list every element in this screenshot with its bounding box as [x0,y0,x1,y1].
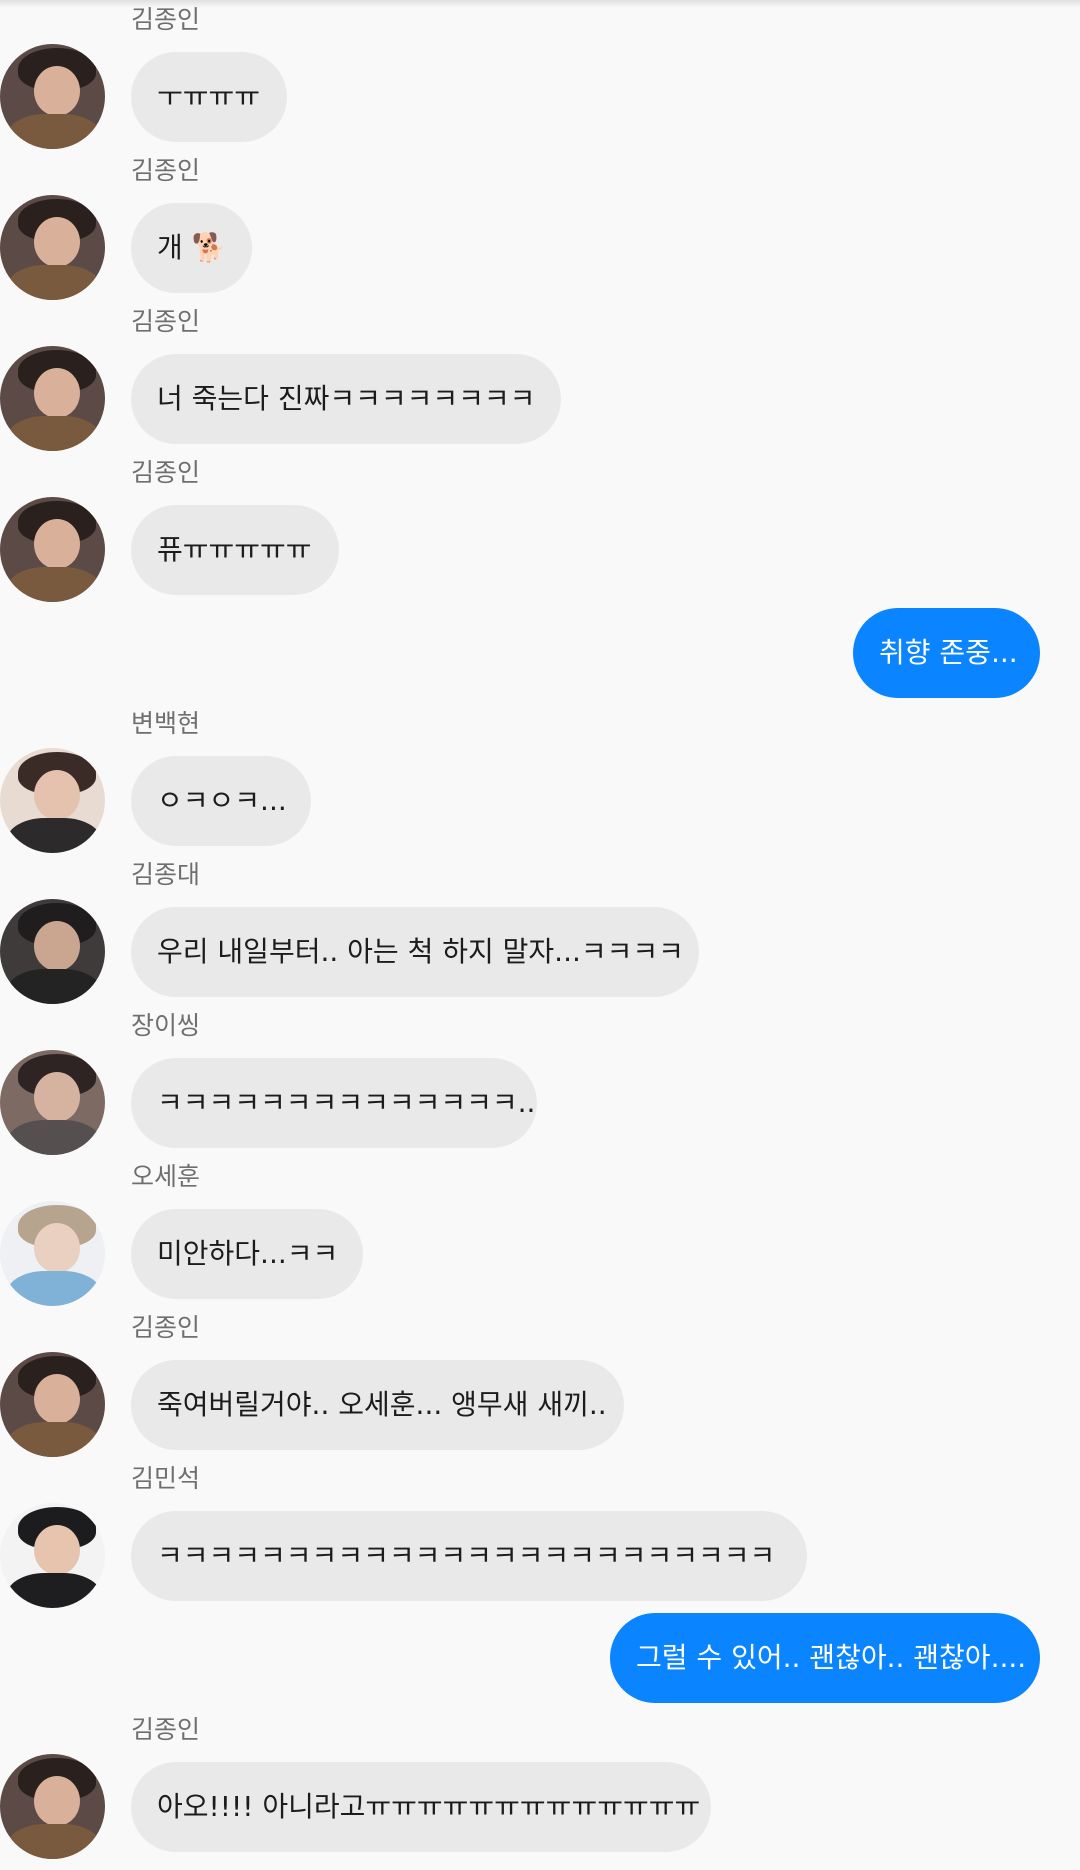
outgoing-message: 그럴 수 있어.. 괜찮아.. 괜찮아.... [610,1613,1040,1703]
avatar[interactable] [0,899,105,1004]
sender-name: 김종인 [131,5,201,34]
message-bubble[interactable]: 너 죽는다 진짜ㅋㅋㅋㅋㅋㅋㅋㅋ [131,354,561,444]
message-bubble[interactable]: 우리 내일부터.. 아는 척 하지 말자...ㅋㅋㅋㅋ [131,907,699,997]
avatar[interactable] [0,1050,105,1155]
message-bubble-sent[interactable]: 취향 존중... [853,608,1040,698]
outgoing-message: 취향 존중... [853,608,1040,698]
sender-name: 김종인 [131,1715,201,1744]
avatar[interactable] [0,195,105,300]
sender-name: 김종인 [131,1313,201,1342]
sender-name: 김종인 [131,307,201,336]
chat-message-list[interactable]: 김종인 ㅜㅠㅠㅠ 김종인 개 🐕 김종인 너 죽는다 진짜ㅋㅋㅋㅋㅋㅋㅋㅋ 김종… [0,0,1080,1870]
message-bubble[interactable]: 퓨ㅠㅠㅠㅠㅠ [131,505,339,595]
message-bubble[interactable]: ㅋㅋㅋㅋㅋㅋㅋㅋㅋㅋㅋㅋㅋㅋㅋㅋㅋㅋㅋㅋㅋㅋㅋㅋ [131,1511,807,1601]
message-bubble-sent[interactable]: 그럴 수 있어.. 괜찮아.. 괜찮아.... [610,1613,1040,1703]
sender-name: 김종대 [131,860,201,889]
message-bubble[interactable]: 미안하다...ㅋㅋ [131,1209,363,1299]
message-bubble[interactable]: 개 🐕 [131,203,252,293]
avatar[interactable] [0,497,105,602]
message-bubble[interactable]: 아오!!!! 아니라고ㅠㅠㅠㅠㅠㅠㅠㅠㅠㅠㅠㅠㅠ [131,1762,711,1852]
avatar[interactable] [0,1754,105,1859]
sender-name: 김종인 [131,156,201,185]
message-bubble[interactable]: 죽여버릴거야.. 오세훈... 앵무새 새끼.. [131,1360,624,1450]
sender-name: 김민석 [131,1464,201,1493]
avatar[interactable] [0,1503,105,1608]
message-bubble[interactable]: ㅜㅠㅠㅠ [131,52,287,142]
avatar[interactable] [0,1352,105,1457]
sender-name: 김종인 [131,458,201,487]
avatar[interactable] [0,1201,105,1306]
avatar[interactable] [0,346,105,451]
sender-name: 오세훈 [131,1162,201,1191]
sender-name: 장이씽 [131,1011,201,1040]
avatar[interactable] [0,748,105,853]
message-bubble[interactable]: ㅋㅋㅋㅋㅋㅋㅋㅋㅋㅋㅋㅋㅋㅋ.. [131,1058,537,1148]
message-bubble[interactable]: ㅇㅋㅇㅋ... [131,756,311,846]
sender-name: 변백현 [131,709,201,738]
avatar[interactable] [0,44,105,149]
